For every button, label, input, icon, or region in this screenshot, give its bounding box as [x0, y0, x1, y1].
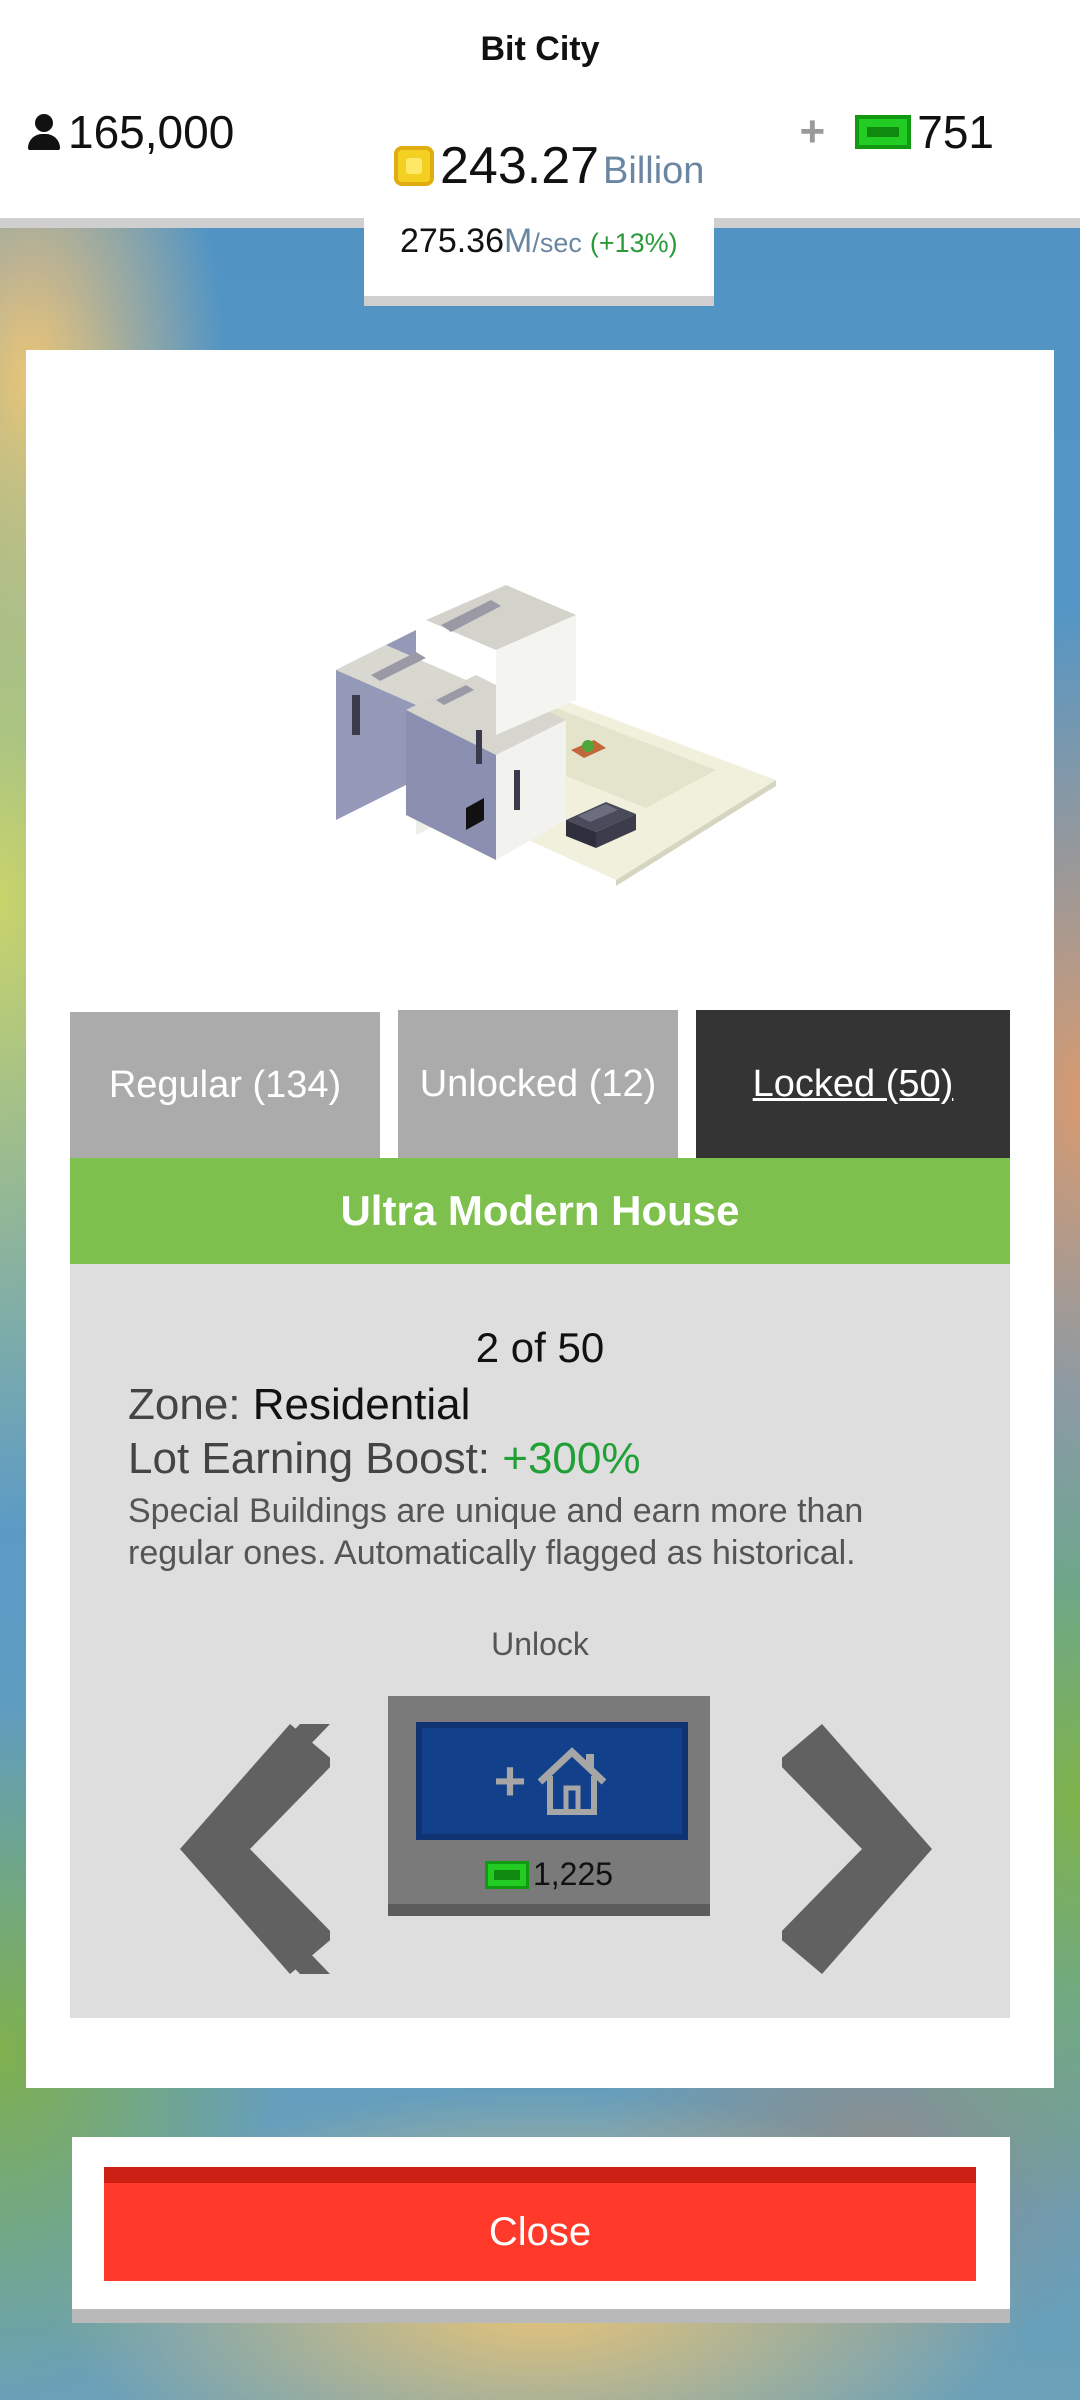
buy-cash-plus-icon[interactable]: + [800, 107, 826, 157]
zone-row: Zone: Residential [128, 1380, 470, 1430]
person-icon [26, 114, 62, 150]
tab-regular[interactable]: Regular (134) [70, 1012, 380, 1158]
add-house-icon [537, 1747, 607, 1815]
cash-value: 751 [917, 106, 994, 158]
building-details: 2 of 50 Zone: Residential Lot Earning Bo… [70, 1264, 1010, 2018]
population-display: 165,000 [26, 105, 234, 159]
next-arrow-icon[interactable] [782, 1724, 932, 1974]
cash-icon [855, 115, 912, 149]
zone-value: Residential [252, 1380, 471, 1429]
boost-label: Lot Earning Boost: [128, 1434, 491, 1483]
rate-unit-m: M [504, 222, 533, 260]
zone-label: Zone: [128, 1380, 241, 1429]
cash-icon [484, 1860, 529, 1889]
unlock-price: 1,225 [388, 1856, 710, 1893]
building-preview-image [336, 585, 776, 886]
previous-arrow-icon[interactable] [180, 1724, 330, 1974]
income-rate: 275.36 M /sec (+13%) [400, 222, 678, 261]
coin-box: 243.27 Billion 275.36 M /sec (+13%) [364, 120, 714, 306]
coins-display: 243.27 Billion [394, 136, 704, 196]
cash-display: + 751 [800, 105, 994, 159]
coins-value: 243.27 [440, 137, 600, 195]
tab-locked[interactable]: Locked (50) [696, 1010, 1010, 1158]
close-frame: Close [72, 2137, 1010, 2323]
coin-icon [394, 146, 434, 186]
tab-unlocked[interactable]: Unlocked (12) [398, 1010, 678, 1158]
rate-unit-sec: /sec [532, 228, 582, 258]
city-title: Bit City [480, 30, 600, 68]
population-value: 165,000 [68, 106, 235, 158]
close-button[interactable]: Close [104, 2167, 976, 2281]
unlock-button[interactable]: + 1,225 [388, 1696, 710, 1916]
boost-value: +300% [502, 1434, 641, 1483]
unlock-label: Unlock [491, 1626, 589, 1662]
boost-row: Lot Earning Boost: +300% [128, 1434, 640, 1484]
building-panel: Regular (134) Unlocked (12) Locked (50) … [26, 350, 1054, 2088]
coins-unit: Billion [603, 150, 705, 192]
building-counter: 2 of 50 [475, 1324, 605, 1371]
building-name: Ultra Modern House [70, 1158, 1010, 1264]
rate-value: 275.36 [400, 222, 504, 260]
unlock-inner: + [416, 1722, 688, 1840]
plus-icon: + [493, 1749, 527, 1812]
rate-change: (+13%) [589, 228, 678, 258]
building-description: Special Buildings are unique and earn mo… [128, 1492, 864, 1572]
unlock-price-value: 1,225 [532, 1856, 614, 1892]
